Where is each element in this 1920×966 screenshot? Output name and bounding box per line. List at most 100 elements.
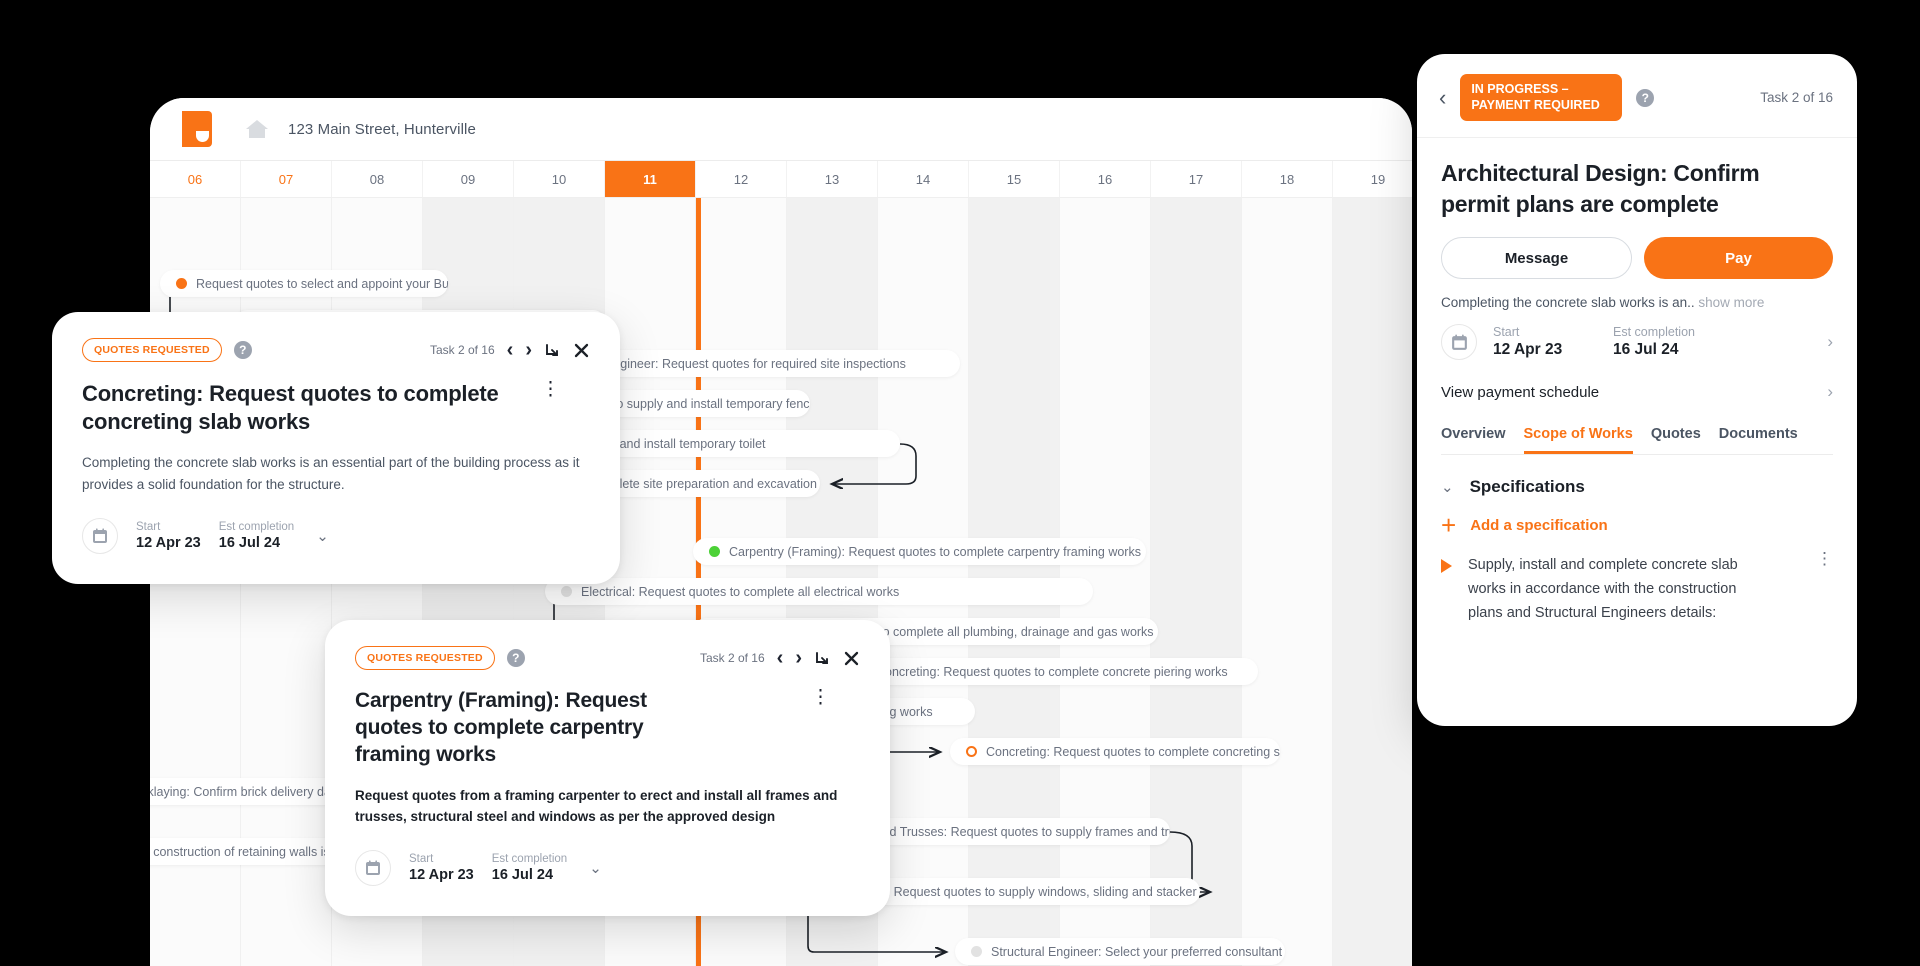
panel-actions: Message Pay bbox=[1441, 237, 1833, 280]
grid-column-18 bbox=[1242, 198, 1333, 966]
timeline-day-16[interactable]: 16 bbox=[1060, 161, 1151, 197]
more-options-icon[interactable]: ⋮ bbox=[541, 380, 560, 400]
task-label: Concreting: Request quotes to complete c… bbox=[986, 744, 1280, 759]
message-button[interactable]: Message bbox=[1441, 237, 1632, 280]
close-icon[interactable] bbox=[843, 650, 860, 667]
panel-description: Completing the concrete slab works is an… bbox=[1441, 295, 1833, 310]
completion-date: Est completion 16 Jul 24 bbox=[219, 521, 294, 551]
chevron-left-icon[interactable]: ‹ bbox=[507, 340, 514, 360]
timeline-day-13[interactable]: 13 bbox=[787, 161, 878, 197]
brand-logo-icon[interactable] bbox=[182, 111, 212, 147]
add-specification-label: Add a specification bbox=[1470, 517, 1608, 535]
specification-item[interactable]: Supply, install and complete concrete sl… bbox=[1441, 550, 1833, 625]
gantt-task-bar[interactable]: Electrical: Request quotes to complete a… bbox=[545, 578, 1093, 605]
card-description: Completing the concrete slab works is an… bbox=[82, 455, 580, 493]
question-mark-icon[interactable]: ? bbox=[1636, 88, 1655, 107]
timeline-day-10[interactable]: 10 bbox=[514, 161, 605, 197]
task-card-concreting[interactable]: QUOTES REQUESTED ? Task 2 of 16 ‹ › Conc… bbox=[52, 312, 620, 585]
panel-dates-row[interactable]: Start 12 Apr 23 Est completion 16 Jul 24… bbox=[1441, 324, 1833, 361]
panel-body: Architectural Design: Confirm permit pla… bbox=[1417, 138, 1857, 625]
calendar-icon bbox=[355, 850, 391, 887]
gantt-task-bar[interactable]: Bricklaying: Confirm brick delivery date bbox=[150, 778, 350, 805]
timeline-header: 06 07 08 09 10 11 12 13 14 15 16 17 18 19 bbox=[150, 160, 1412, 198]
chevron-down-icon[interactable]: ⌄ bbox=[589, 859, 602, 877]
start-label: Start bbox=[136, 521, 161, 534]
timeline-day-17[interactable]: 17 bbox=[1151, 161, 1242, 197]
grid-column-19 bbox=[1333, 198, 1412, 966]
start-label: Start bbox=[1493, 325, 1520, 340]
status-badge: IN PROGRESS – PAYMENT REQUIRED bbox=[1460, 74, 1623, 122]
start-label: Start bbox=[409, 853, 434, 866]
chevron-right-icon[interactable]: › bbox=[525, 340, 532, 360]
question-mark-icon[interactable]: ? bbox=[233, 341, 252, 359]
status-badge: QUOTES REQUESTED bbox=[355, 646, 495, 670]
expand-arrow-icon[interactable] bbox=[814, 650, 831, 667]
task-status-dot bbox=[971, 946, 982, 957]
timeline-day-14[interactable]: 14 bbox=[878, 161, 969, 197]
completion-value: 16 Jul 24 bbox=[218, 535, 281, 552]
panel-description-text: Completing the concrete slab works is an… bbox=[1441, 295, 1695, 311]
chevron-right-icon[interactable]: › bbox=[1827, 332, 1833, 352]
task-label: Request quotes to select and appoint you… bbox=[196, 276, 448, 291]
status-badge: QUOTES REQUESTED bbox=[82, 338, 222, 362]
timeline-day-15[interactable]: 15 bbox=[969, 161, 1060, 197]
more-options-icon[interactable]: ⋮ bbox=[811, 688, 830, 708]
tab-documents[interactable]: Documents bbox=[1719, 426, 1798, 454]
timeline-day-11[interactable]: 11 bbox=[605, 161, 696, 197]
chevron-down-icon[interactable]: ⌄ bbox=[316, 527, 329, 545]
specifications-header[interactable]: ⌄ Specifications bbox=[1441, 477, 1833, 497]
pay-button[interactable]: Pay bbox=[1644, 237, 1833, 280]
panel-header: ‹ IN PROGRESS – PAYMENT REQUIRED ? Task … bbox=[1417, 54, 1857, 139]
task-label: Windows: Request quotes to supply window… bbox=[836, 884, 1200, 899]
task-card-carpentry[interactable]: QUOTES REQUESTED ? Task 2 of 16 ‹ › Carp… bbox=[325, 620, 890, 917]
card-description: Request quotes from a framing carpenter … bbox=[355, 787, 838, 825]
timeline-day-09[interactable]: 09 bbox=[423, 161, 514, 197]
tab-quotes[interactable]: Quotes bbox=[1651, 426, 1701, 454]
completion-date: Est completion 16 Jul 24 bbox=[1613, 325, 1695, 359]
add-specification-button[interactable]: + Add a specification bbox=[1441, 513, 1833, 539]
timeline-day-08[interactable]: 08 bbox=[332, 161, 423, 197]
timeline-day-18[interactable]: 18 bbox=[1242, 161, 1333, 197]
completion-label: Est completion bbox=[218, 521, 295, 534]
tab-overview[interactable]: Overview bbox=[1441, 426, 1506, 454]
more-options-icon[interactable]: ⋮ bbox=[1816, 550, 1833, 567]
gantt-task-bar[interactable]: Concreting: Request quotes to complete c… bbox=[840, 658, 1258, 685]
task-label: Concreting: Request quotes to complete c… bbox=[876, 664, 1228, 679]
task-label: Electrical: Request quotes to complete a… bbox=[581, 584, 900, 599]
home-icon[interactable] bbox=[244, 118, 270, 140]
close-icon[interactable] bbox=[573, 342, 590, 359]
chevron-left-icon[interactable]: ‹ bbox=[777, 648, 784, 668]
timeline-day-19[interactable]: 19 bbox=[1333, 161, 1412, 197]
timeline-day-07[interactable]: 07 bbox=[241, 161, 332, 197]
specifications-title: Specifications bbox=[1469, 477, 1585, 497]
gantt-task-bar[interactable]: Carpentry (Framing): Request quotes to c… bbox=[693, 538, 1146, 565]
tab-scope-of-works[interactable]: Scope of Works bbox=[1523, 426, 1633, 455]
triangle-right-icon[interactable] bbox=[1441, 559, 1452, 574]
card-toolbar: QUOTES REQUESTED ? Task 2 of 16 ‹ › bbox=[82, 338, 590, 362]
timeline-day-06[interactable]: 06 bbox=[150, 161, 241, 197]
chevron-left-icon[interactable]: ‹ bbox=[1439, 86, 1446, 109]
start-value: 12 Apr 23 bbox=[409, 867, 474, 884]
view-payment-schedule-row[interactable]: View payment schedule › bbox=[1441, 382, 1833, 406]
timeline-day-12[interactable]: 12 bbox=[696, 161, 787, 197]
completion-label: Est completion bbox=[491, 853, 568, 866]
screenshot-root: 123 Main Street, Hunterville 06 07 08 09 10 1… bbox=[0, 0, 1920, 966]
question-mark-icon[interactable]: ? bbox=[506, 649, 525, 667]
card-title: Concreting: Request quotes to complete c… bbox=[82, 381, 499, 435]
chevron-right-icon[interactable]: › bbox=[795, 648, 802, 668]
app-header: 123 Main Street, Hunterville bbox=[150, 98, 1412, 160]
gantt-task-bar[interactable]: Concreting: Request quotes to complete c… bbox=[950, 738, 1280, 765]
completion-label: Est completion bbox=[1613, 325, 1695, 340]
gantt-task-bar[interactable]: Structural Engineer: Select your preferr… bbox=[955, 938, 1285, 965]
calendar-icon bbox=[82, 518, 118, 555]
task-status-dot bbox=[561, 586, 572, 597]
task-counter: Task 2 of 16 bbox=[699, 651, 765, 665]
grid-column-17 bbox=[1151, 198, 1242, 966]
gantt-task-bar[interactable]: Request quotes to select and appoint you… bbox=[160, 270, 448, 297]
chevron-right-icon[interactable]: › bbox=[1827, 382, 1833, 402]
task-status-dot bbox=[176, 278, 187, 289]
expand-arrow-icon[interactable] bbox=[544, 342, 561, 359]
task-counter: Task 2 of 16 bbox=[1760, 90, 1833, 106]
chevron-down-icon[interactable]: ⌄ bbox=[1441, 478, 1454, 496]
show-more-link[interactable]: show more bbox=[1698, 295, 1764, 310]
